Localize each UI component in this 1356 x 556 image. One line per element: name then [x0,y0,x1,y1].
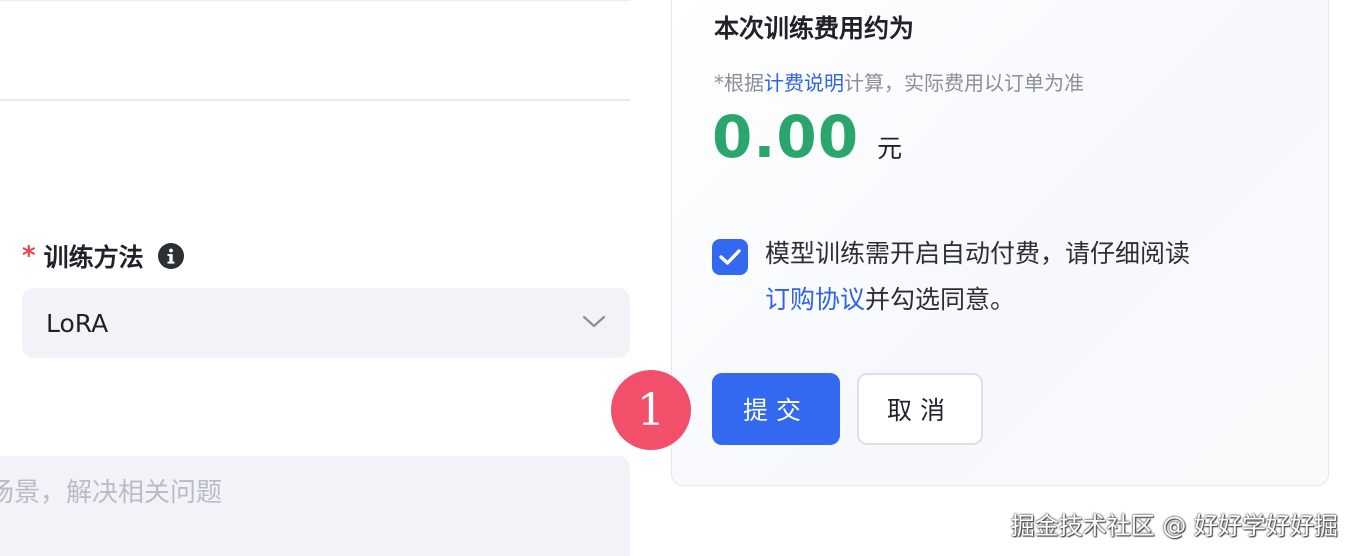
cost-note: *根据计费说明计算，实际费用以订单为准 [714,67,1084,96]
billing-explanation-link[interactable]: 计费说明 [764,71,844,95]
check-icon [719,249,741,265]
step-marker-badge: 1 [611,370,691,450]
cost-title: 本次训练费用约为 [714,14,915,43]
training-method-label-text: 训练方法 [43,243,144,272]
purchase-agreement-link[interactable]: 订购协议 [765,285,865,314]
agreement-row: 模型训练需开启自动付费，请仔细阅读 订购协议并勾选同意。 [712,239,1272,323]
cost-panel: 本次训练费用约为 *根据计费说明计算，实际费用以订单为准 0.00 元 模型训练… [671,0,1329,486]
agreement-checkbox[interactable] [712,239,748,275]
description-textarea[interactable]: 场景，解决相关问题 [0,456,630,556]
chevron-down-icon [582,314,606,333]
training-method-value: LoRA [46,308,109,338]
agreement-text-suffix: 并勾选同意。 [865,285,1016,314]
agreement-text-prefix: 模型训练需开启自动付费，请仔细阅读 [765,239,1191,268]
submit-button[interactable]: 提交 [712,373,840,445]
cost-note-suffix: 计算，实际费用以订单为准 [844,71,1084,95]
price-unit: 元 [877,134,903,163]
training-method-select[interactable]: LoRA [22,288,630,358]
training-method-label: * 训练方法 [22,238,184,274]
agreement-text: 模型训练需开启自动付费，请仔细阅读 订购协议并勾选同意。 [765,231,1190,323]
info-icon[interactable] [157,243,184,269]
price: 0.00 元 [712,103,902,171]
cost-note-prefix: *根据 [714,71,764,95]
price-amount: 0.00 [712,103,860,171]
description-placeholder: 场景，解决相关问题 [0,478,223,508]
previous-form-field [0,0,630,101]
cancel-button[interactable]: 取消 [857,373,983,445]
required-mark: * [22,241,36,271]
watermark: 掘金技术社区 @ 好好学好好掘 [1010,512,1338,540]
